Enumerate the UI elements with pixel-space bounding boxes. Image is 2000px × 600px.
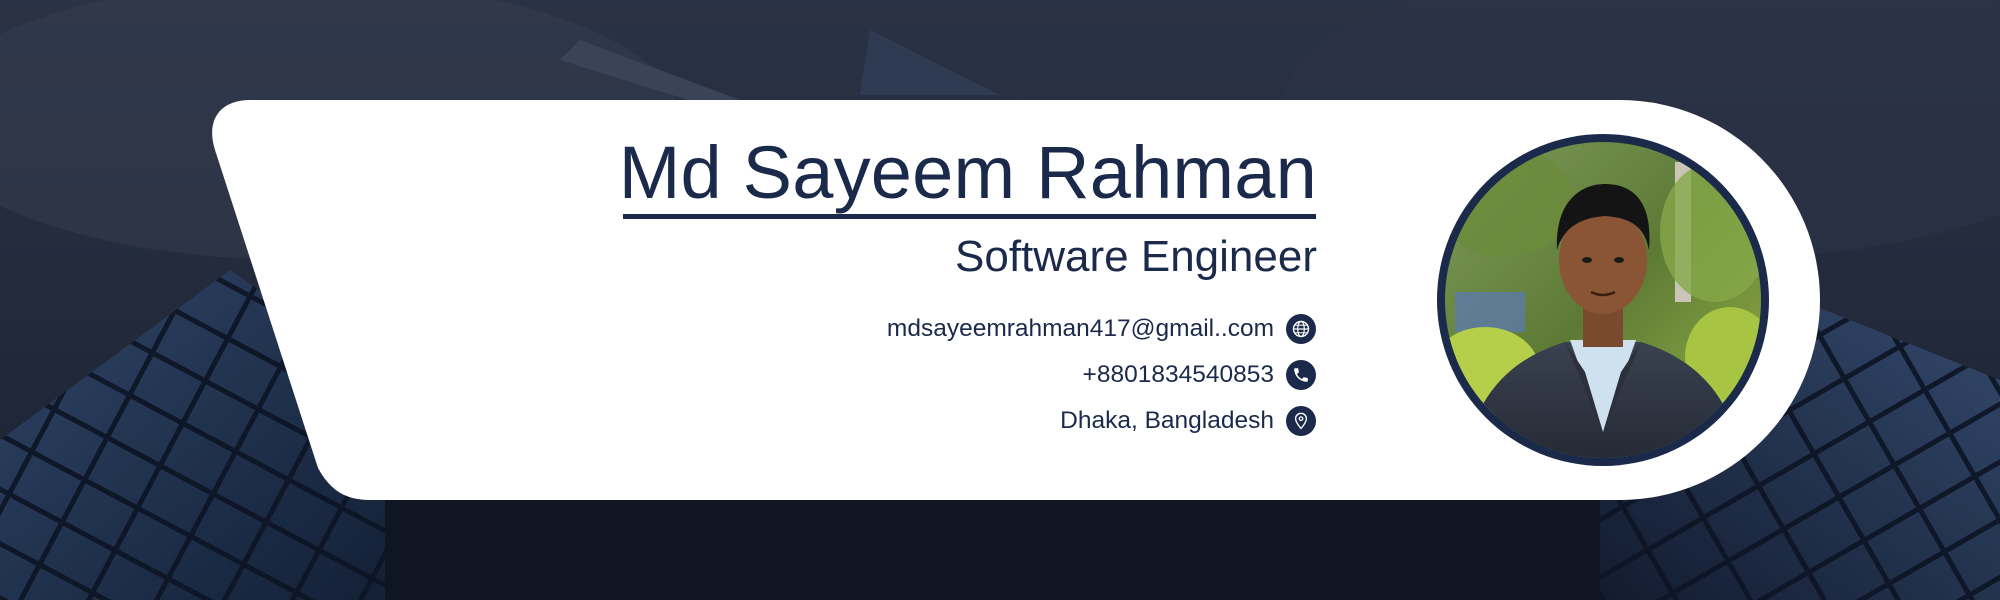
globe-icon	[1286, 314, 1316, 344]
contact-location-text[interactable]: Dhaka, Bangladesh	[1060, 407, 1274, 435]
contact-phone-text[interactable]: +8801834540853	[1083, 361, 1274, 389]
profile-photo	[1445, 142, 1761, 458]
contact-email-row[interactable]: mdsayeemrahman417@gmail..com	[887, 312, 1316, 346]
job-title: Software Engineer	[955, 232, 1317, 281]
contact-location-row[interactable]: Dhaka, Bangladesh	[1060, 404, 1316, 438]
location-pin-icon	[1286, 406, 1316, 436]
person-name: Md Sayeem Rahman	[618, 131, 1317, 214]
contact-phone-row[interactable]: +8801834540853	[1083, 358, 1316, 392]
contact-email-text[interactable]: mdsayeemrahman417@gmail..com	[887, 315, 1274, 343]
name-underline-divider	[623, 214, 1316, 219]
phone-icon	[1286, 360, 1316, 390]
